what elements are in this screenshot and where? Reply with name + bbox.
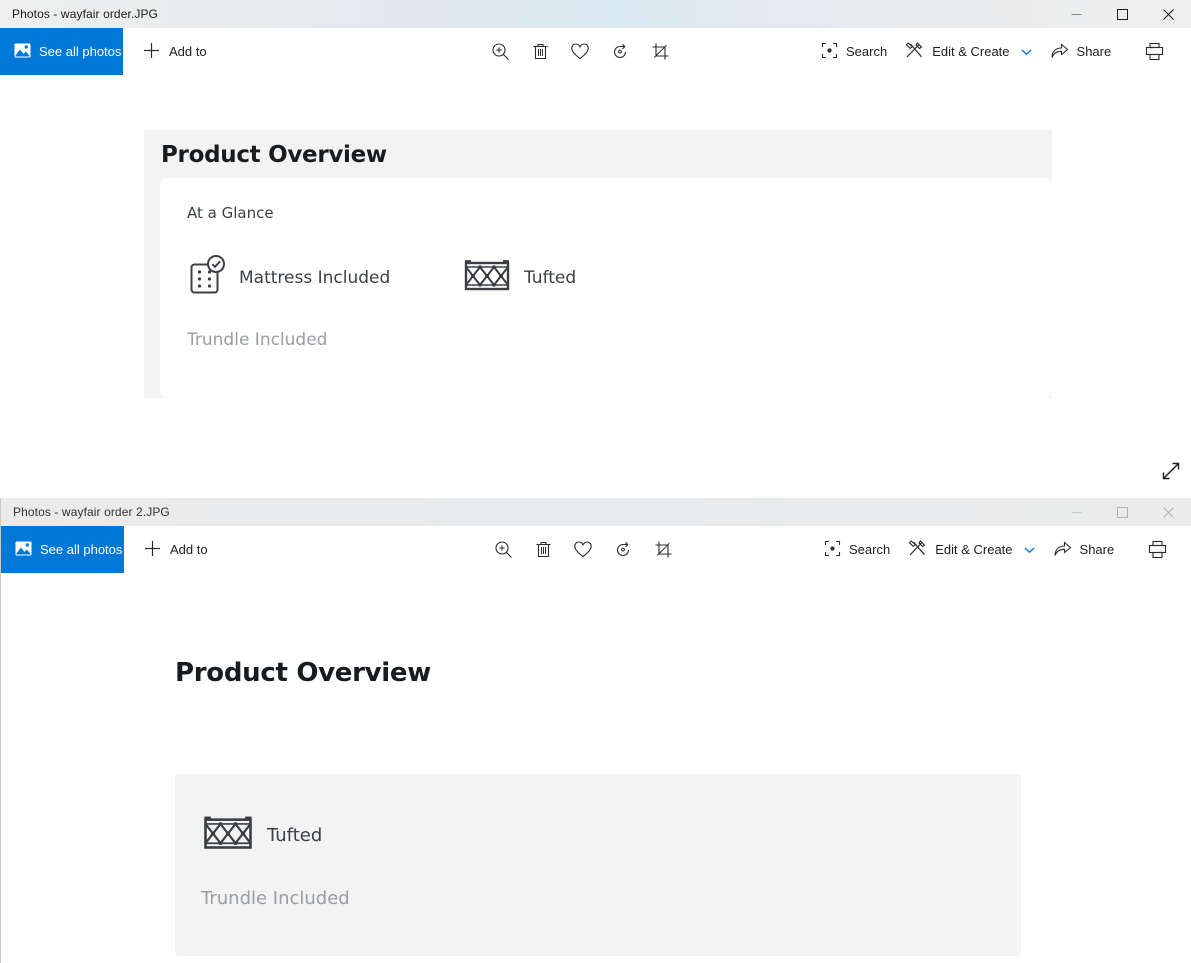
command-bar-1[interactable]: See all photos Add to Search Edit & Crea…	[0, 28, 1191, 75]
feature-tufted-1: Tufted	[462, 254, 576, 301]
expand-diagonal-icon[interactable]	[1159, 459, 1183, 488]
action-tools-group-1[interactable]: Search Edit & Create Share	[812, 32, 1191, 72]
window-title-1: Photos - wayfair order.JPG	[12, 7, 158, 21]
share-icon	[1053, 540, 1072, 560]
photo-canvas-1[interactable]: Product Overview At a Glance Mattress In…	[0, 75, 1191, 494]
search-focus-icon	[821, 42, 838, 62]
product-overview-block-2: Product Overview	[175, 658, 431, 688]
photo-canvas-2[interactable]: Product Overview Tufted Trundle Included	[1, 573, 1191, 963]
heart-icon[interactable]	[563, 530, 603, 570]
window-title-2: Photos - wayfair order 2.JPG	[13, 505, 170, 519]
add-to-label: Add to	[170, 542, 208, 557]
maximize-icon[interactable]	[1099, 0, 1145, 28]
add-to-label: Add to	[169, 44, 207, 59]
search-label: Search	[849, 542, 891, 557]
at-a-glance-label: At a Glance	[187, 204, 274, 222]
feature-label: Tufted	[524, 267, 577, 288]
chevron-down-icon[interactable]	[1021, 44, 1032, 59]
share-label: Share	[1079, 542, 1115, 557]
at-a-glance-card-1: At a Glance Mattress Included Tufted Tru…	[160, 178, 1052, 398]
share-button[interactable]: Share	[1041, 32, 1121, 72]
edit-tools-group-1[interactable]	[480, 32, 680, 72]
zoom-in-icon[interactable]	[480, 32, 520, 72]
see-all-photos-label: See all photos	[40, 542, 123, 557]
zoom-in-icon[interactable]	[483, 530, 523, 570]
crop-icon[interactable]	[643, 530, 683, 570]
search-button[interactable]: Search	[812, 32, 896, 72]
action-tools-group-2[interactable]: Search Edit & Create Share	[815, 530, 1191, 570]
search-focus-icon	[824, 540, 841, 560]
photos-icon	[14, 43, 31, 61]
crop-icon[interactable]	[640, 32, 680, 72]
trash-icon[interactable]	[523, 530, 563, 570]
share-button[interactable]: Share	[1044, 530, 1124, 570]
trundle-included-note-1: Trundle Included	[187, 330, 328, 350]
feature-label: Mattress Included	[239, 267, 391, 288]
photos-icon	[15, 541, 32, 559]
close-icon[interactable]	[1145, 498, 1191, 526]
minimize-icon[interactable]	[1053, 0, 1099, 28]
product-overview-panel-1: Product Overview At a Glance Mattress In…	[144, 130, 1052, 398]
see-all-photos-button[interactable]: See all photos	[1, 526, 124, 573]
minimize-icon[interactable]	[1053, 498, 1099, 526]
photos-window-1[interactable]: Photos - wayfair order.JPG See all photo…	[0, 0, 1191, 494]
edit-and-create-button[interactable]: Edit & Create	[896, 32, 1040, 72]
plus-icon	[143, 42, 160, 62]
page-title-2: Product Overview	[175, 658, 431, 688]
add-to-button[interactable]: Add to	[143, 28, 207, 75]
photos-window-2[interactable]: Photos - wayfair order 2.JPG See all pho…	[0, 498, 1191, 963]
maximize-icon[interactable]	[1099, 498, 1145, 526]
tufted-icon	[462, 254, 512, 301]
edit-create-icon	[908, 539, 927, 560]
feature-tufted-2: Tufted	[201, 810, 322, 860]
feature-mattress-included: Mattress Included	[187, 254, 390, 301]
mattress-included-icon	[187, 254, 227, 301]
command-bar-2[interactable]: See all photos Add to Search Edit & Crea…	[1, 526, 1191, 573]
trash-icon[interactable]	[520, 32, 560, 72]
share-icon	[1050, 42, 1069, 62]
window-controls-2[interactable]	[1053, 498, 1191, 526]
see-all-photos-label: See all photos	[39, 44, 122, 59]
trundle-included-note-2: Trundle Included	[201, 888, 350, 909]
feature-label: Tufted	[267, 824, 323, 846]
search-label: Search	[846, 44, 888, 59]
rotate-icon[interactable]	[600, 32, 640, 72]
edit-create-icon	[905, 41, 924, 62]
heart-icon[interactable]	[560, 32, 600, 72]
page-title-1: Product Overview	[161, 142, 387, 168]
title-bar-1[interactable]: Photos - wayfair order.JPG	[0, 0, 1191, 28]
tufted-icon	[201, 810, 255, 860]
plus-icon	[144, 540, 161, 560]
chevron-down-icon[interactable]	[1024, 542, 1035, 557]
see-all-photos-button[interactable]: See all photos	[0, 28, 123, 75]
add-to-button[interactable]: Add to	[144, 526, 208, 573]
window-controls-1[interactable]	[1053, 0, 1191, 28]
edit-and-create-label: Edit & Create	[935, 542, 1013, 557]
share-label: Share	[1076, 44, 1112, 59]
product-overview-card-2: Tufted Trundle Included	[175, 774, 1021, 956]
printer-icon[interactable]	[1137, 530, 1177, 570]
edit-and-create-button[interactable]: Edit & Create	[899, 530, 1043, 570]
rotate-icon[interactable]	[603, 530, 643, 570]
edit-tools-group-2[interactable]	[483, 530, 683, 570]
search-button[interactable]: Search	[815, 530, 899, 570]
printer-icon[interactable]	[1134, 32, 1174, 72]
title-bar-2[interactable]: Photos - wayfair order 2.JPG	[1, 498, 1191, 526]
edit-and-create-label: Edit & Create	[932, 44, 1010, 59]
close-icon[interactable]	[1145, 0, 1191, 28]
